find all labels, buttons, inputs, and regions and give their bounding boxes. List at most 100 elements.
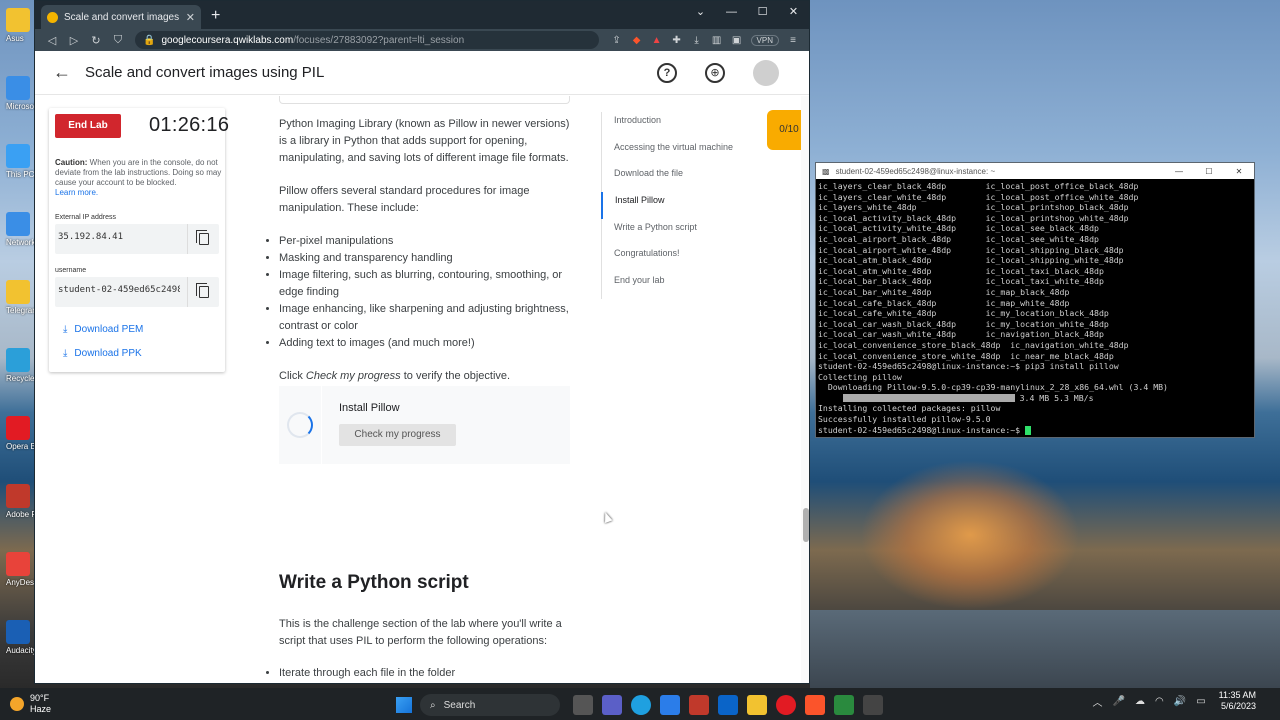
edge-icon[interactable] [630, 695, 651, 715]
outline-item[interactable]: Download the file [602, 165, 751, 192]
volume-icon[interactable]: 🔊 [1174, 696, 1186, 707]
globe-icon[interactable]: ⊕ [705, 62, 725, 83]
maximize-icon[interactable]: ☐ [747, 1, 778, 23]
brave-shield-icon[interactable]: ◆ [627, 35, 647, 46]
outline-item[interactable]: Introduction [602, 112, 751, 139]
click-instruction: Click Check my progress to verify the ob… [279, 368, 579, 385]
battery-icon[interactable]: ▭ [1196, 696, 1205, 707]
task-view-icon[interactable] [572, 695, 593, 715]
wallet-icon[interactable]: ▣ [727, 35, 747, 46]
gift-icon[interactable] [688, 695, 709, 715]
download-pem-link[interactable]: ⤓ Download PEM [63, 324, 143, 335]
brave-rewards-icon[interactable]: ▲ [647, 35, 667, 46]
new-tab-icon[interactable]: + [211, 7, 220, 25]
search-label: Search [443, 699, 476, 711]
desktop-icon[interactable]: Recycle Bin [6, 348, 49, 392]
wallpaper-shore [810, 610, 1280, 688]
outline-item[interactable]: Write a Python script [602, 219, 751, 246]
copy-ip-button[interactable] [187, 224, 219, 254]
desktop-icon[interactable]: Network [6, 212, 35, 256]
windows-start-icon[interactable] [396, 697, 412, 713]
ip-field: 35.192.84.41 [55, 224, 219, 254]
progress-check-card: Install Pillow Check my progress [279, 386, 570, 464]
ip-value[interactable]: 35.192.84.41 [58, 232, 180, 242]
desktop-icon[interactable]: This PC [6, 144, 34, 188]
address-bar[interactable]: 🔒 googlecoursera.qwiklabs.com /focuses/2… [135, 31, 599, 49]
download-ppk-label: Download PPK [74, 348, 142, 359]
bookmark-icon[interactable]: ⛉ [107, 34, 129, 47]
scrollbar-thumb[interactable] [803, 508, 809, 542]
terminal-app-icon[interactable] [833, 695, 854, 715]
desktop-icon[interactable]: Microsoft Partitio [6, 76, 66, 120]
outline-item[interactable]: Accessing the virtual machine [602, 139, 751, 166]
list-item: Adding text to images (and much more!) [279, 335, 579, 352]
reload-icon[interactable]: ↻ [85, 34, 107, 47]
cloud-icon[interactable]: ☁ [1135, 696, 1145, 707]
clock[interactable]: 11:35 AM 5/6/2023 [1219, 690, 1256, 712]
download-ppk-link[interactable]: ⤓ Download PPK [63, 348, 142, 359]
brave-icon[interactable] [804, 695, 825, 715]
desktop-icon-label: Audacity [6, 646, 37, 655]
outline-item[interactable]: Install Pillow [601, 192, 751, 219]
tab-search-icon[interactable]: ⌄ [685, 1, 716, 23]
lab-control-panel: End Lab 01:26:16 Caution: When you are i… [49, 108, 229, 372]
vpn-button[interactable]: VPN [750, 34, 779, 46]
mail-icon[interactable] [717, 695, 738, 715]
avatar[interactable] [753, 59, 779, 86]
close-tab-icon[interactable]: ✕ [186, 11, 195, 24]
caution-label: Caution: [55, 158, 88, 167]
mic-icon[interactable]: 🎤 [1113, 696, 1125, 707]
close-window-icon[interactable]: ✕ [778, 1, 809, 23]
forward-nav-icon[interactable]: ▷ [63, 34, 85, 47]
share-icon[interactable]: ⇪ [607, 35, 627, 46]
desktop-icon[interactable]: Opera Browser [6, 416, 60, 460]
page-title: Scale and convert images using PIL [85, 64, 325, 81]
list-item: Image enhancing, like sharpening and adj… [279, 301, 579, 335]
desktop-icon-label: Asus [6, 34, 24, 43]
browser-tab[interactable]: Scale and convert images using PIL ✕ [41, 5, 201, 29]
menu-icon[interactable]: ≡ [783, 35, 803, 46]
help-icon[interactable]: ? [657, 62, 677, 83]
end-lab-button[interactable]: End Lab [55, 114, 121, 138]
terminal-output[interactable]: ic_layers_clear_black_48dp ic_local_post… [816, 179, 1254, 435]
minimize-icon[interactable]: — [716, 1, 747, 23]
download-icon[interactable]: ⤓ [687, 35, 707, 46]
minimize-icon[interactable]: — [1164, 167, 1194, 176]
weather-widget[interactable]: 90°F Haze [0, 693, 70, 715]
search-icon: ⌕ [430, 699, 436, 711]
back-arrow-icon[interactable]: ← [53, 62, 77, 83]
scrollbar[interactable] [801, 96, 809, 683]
taskbar-search[interactable]: ⌕ Search [420, 694, 560, 716]
username-value[interactable]: student-02-459ed65c2498 [58, 285, 180, 295]
desktop-icon[interactable]: Telegram Desktop [6, 280, 70, 324]
chevron-up-icon[interactable]: ︿ [1093, 694, 1103, 709]
sidebar-icon[interactable]: ▥ [707, 35, 727, 46]
putty-app-icon[interactable] [862, 695, 883, 715]
maximize-icon[interactable]: ☐ [1194, 167, 1224, 176]
store-icon[interactable] [659, 695, 680, 715]
desktop-icon[interactable]: Audacity [6, 620, 37, 664]
copy-username-button[interactable] [187, 277, 219, 307]
list-item: Iterate through each file in the folder [279, 665, 579, 682]
taskbar: 90°F Haze ⌕ Search ︿ 🎤 ☁ ◠ 🔊 ▭ 11:35 AM 5/6… [0, 688, 1280, 720]
check-my-progress-button[interactable]: Check my progress [339, 424, 456, 446]
close-icon[interactable]: ✕ [1224, 167, 1254, 176]
teams-icon[interactable] [601, 695, 622, 715]
click-pre: Click [279, 370, 306, 382]
app-icon [6, 280, 30, 304]
desktop-icon[interactable]: Asus [6, 8, 34, 52]
learn-more-link[interactable]: Learn more. [55, 188, 98, 197]
time: 11:35 AM [1218, 690, 1256, 700]
desktop-icon[interactable]: AnyDesk [6, 552, 38, 596]
opera-icon[interactable] [775, 695, 796, 715]
outline-item[interactable]: End your lab [602, 272, 751, 299]
file-explorer-icon[interactable] [746, 695, 767, 715]
app-icon [6, 76, 30, 100]
desktop-icon-label: Recycle Bin [6, 374, 49, 383]
app-icon [6, 552, 30, 576]
back-nav-icon[interactable]: ◁ [41, 34, 63, 47]
outline-item[interactable]: Congratulations! [602, 245, 751, 272]
extensions-icon[interactable]: ✚ [667, 35, 687, 46]
desktop-icon[interactable]: Adobe Reader [6, 484, 58, 528]
wifi-icon[interactable]: ◠ [1155, 696, 1164, 707]
